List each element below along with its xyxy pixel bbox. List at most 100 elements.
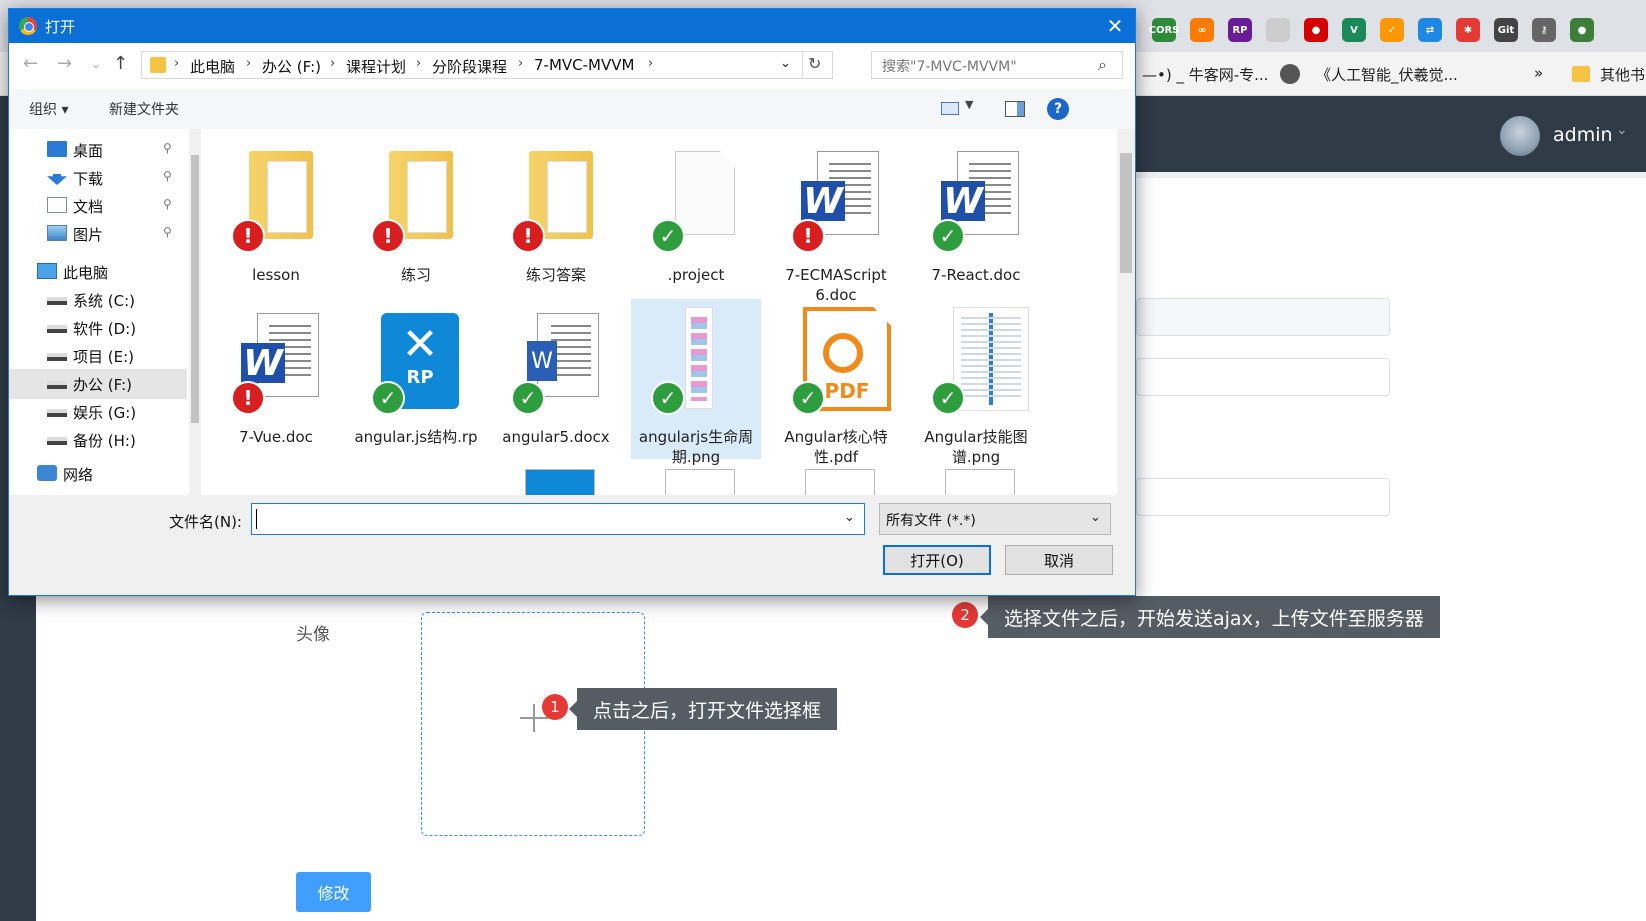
bookmarks-overflow-button[interactable]: » bbox=[1534, 64, 1543, 82]
nav-item[interactable]: 下载 ⚲ bbox=[9, 163, 187, 193]
file-item[interactable]: ✓ .project bbox=[631, 137, 761, 297]
file-item[interactable]: W ✓ angular5.docx bbox=[491, 299, 621, 459]
form-input[interactable] bbox=[1136, 358, 1390, 396]
nav-scrollbar-thumb[interactable] bbox=[191, 155, 199, 423]
globe-icon bbox=[1280, 64, 1300, 84]
nav-item-label: 下载 bbox=[73, 170, 104, 188]
cancel-button[interactable]: 取消 bbox=[1005, 545, 1113, 575]
callout-number-two: 2 bbox=[952, 602, 978, 628]
file-name: Angular核心特性.pdf bbox=[784, 428, 888, 466]
file-scrollbar-thumb[interactable] bbox=[1120, 153, 1132, 273]
chevron-down-icon[interactable]: ⌄ bbox=[780, 56, 791, 71]
file-item-partial[interactable] bbox=[525, 469, 595, 495]
new-folder-button[interactable]: 新建文件夹 bbox=[109, 99, 179, 119]
bookmark-ai[interactable]: 《人工智能_伏羲觉... bbox=[1316, 64, 1458, 85]
nav-item[interactable]: 项目 (E:) bbox=[9, 341, 187, 371]
chevron-down-icon[interactable]: ⌄ bbox=[1616, 122, 1628, 138]
file-item[interactable]: ✓ Angular技能图谱.png bbox=[911, 299, 1041, 466]
file-item[interactable]: ✕ RP ✓ angular.js结构.rp bbox=[351, 299, 481, 459]
sync-ok-icon: ✓ bbox=[651, 381, 685, 415]
file-icon bbox=[631, 137, 761, 261]
dialog-title: 打开 bbox=[45, 18, 76, 36]
nav-item[interactable]: 备份 (H:) bbox=[9, 425, 187, 455]
help-icon[interactable]: ? bbox=[1047, 98, 1069, 120]
search-field[interactable]: 搜索"7-MVC-MVVM" ⌕ bbox=[871, 51, 1123, 79]
nav-item-label: 网络 bbox=[63, 466, 94, 484]
nav-item-label: 软件 (D:) bbox=[73, 320, 137, 338]
breadcrumb-item[interactable]: 办公 (F:) bbox=[262, 56, 321, 77]
breadcrumb-item[interactable]: 此电脑 bbox=[190, 56, 235, 77]
back-arrow-icon[interactable]: ← bbox=[23, 53, 38, 74]
recent-dropdown-icon[interactable]: ⌄ bbox=[91, 57, 101, 71]
view-options-icon[interactable] bbox=[941, 102, 959, 115]
file-item[interactable]: W ✓ 7-React.doc bbox=[911, 137, 1041, 297]
avatar-field-label: 头像 bbox=[296, 625, 330, 645]
nav-item[interactable]: 桌面 ⚲ bbox=[9, 135, 187, 165]
open-button[interactable]: 打开(O) bbox=[883, 545, 991, 575]
form-input[interactable] bbox=[1136, 298, 1390, 336]
extension-icon[interactable]: CORS bbox=[1149, 18, 1179, 42]
file-item[interactable]: PDF ✓ Angular核心特性.pdf bbox=[771, 299, 901, 466]
preview-pane-icon[interactable] bbox=[1005, 101, 1025, 117]
extension-icon[interactable]: ⇄ bbox=[1418, 18, 1442, 42]
modify-button[interactable]: 修改 bbox=[296, 872, 371, 912]
extension-icon[interactable]: ✱ bbox=[1456, 18, 1480, 42]
nav-item[interactable]: 软件 (D:) bbox=[9, 313, 187, 343]
nav-item-label: 系统 (C:) bbox=[73, 292, 135, 310]
file-item-partial[interactable] bbox=[945, 469, 1015, 495]
file-item-partial[interactable] bbox=[665, 469, 735, 495]
breadcrumb-item[interactable]: 7-MVC-MVVM bbox=[534, 56, 634, 74]
refresh-icon[interactable]: ↻ bbox=[808, 54, 821, 73]
nav-item[interactable]: 文档 ⚲ bbox=[9, 191, 187, 221]
nav-item[interactable]: 此电脑 bbox=[9, 257, 187, 287]
extension-icon[interactable]: ● bbox=[1570, 18, 1594, 42]
user-avatar[interactable] bbox=[1500, 116, 1540, 156]
file-item-partial[interactable] bbox=[805, 469, 875, 495]
nav-item[interactable]: 办公 (F:) bbox=[9, 369, 187, 399]
file-item[interactable]: ✓ angularjs生命周期.png bbox=[631, 299, 761, 466]
pin-icon: ⚲ bbox=[163, 141, 172, 155]
chevron-down-icon[interactable]: ⌄ bbox=[844, 510, 855, 525]
file-icon bbox=[631, 299, 761, 423]
extension-icon[interactable]: ⚷ bbox=[1532, 18, 1556, 42]
folder-icon bbox=[351, 137, 481, 261]
filetype-select[interactable]: 所有文件 (*.*) ⌄ bbox=[879, 503, 1111, 535]
filename-input[interactable]: ⌄ bbox=[251, 503, 865, 535]
extension-icon[interactable]: ✓ bbox=[1380, 18, 1404, 42]
nav-item[interactable]: 系统 (C:) bbox=[9, 285, 187, 315]
file-item[interactable]: ! 练习答案 bbox=[491, 137, 621, 297]
chevron-down-icon[interactable]: ▼ bbox=[965, 98, 973, 111]
file-item[interactable]: ! lesson bbox=[211, 137, 341, 297]
search-icon[interactable]: ⌕ bbox=[1098, 55, 1107, 75]
dialog-titlebar[interactable]: 打开 ✕ bbox=[9, 9, 1135, 43]
extension-icon[interactable]: V bbox=[1342, 18, 1366, 42]
breadcrumb-item[interactable]: 分阶段课程 bbox=[432, 56, 507, 77]
extension-icon[interactable]: ∞ bbox=[1190, 18, 1214, 42]
nav-item[interactable]: 娱乐 (G:) bbox=[9, 397, 187, 427]
file-item[interactable]: ! 练习 bbox=[351, 137, 481, 297]
search-placeholder: 搜索"7-MVC-MVVM" bbox=[882, 59, 1017, 75]
file-icon: W bbox=[771, 137, 901, 261]
user-name[interactable]: admin bbox=[1553, 124, 1613, 146]
callout-two: 选择文件之后，开始发送ajax，上传文件至服务器 bbox=[980, 596, 1440, 638]
bookmark-other[interactable]: 其他书 bbox=[1600, 64, 1645, 85]
forward-arrow-icon[interactable]: → bbox=[57, 53, 72, 74]
extension-icon[interactable]: ● bbox=[1304, 18, 1328, 42]
file-name: 练习 bbox=[400, 266, 431, 284]
chevron-down-icon[interactable]: ⌄ bbox=[1090, 510, 1101, 525]
up-arrow-icon[interactable]: ↑ bbox=[113, 53, 128, 74]
extension-icon[interactable] bbox=[1266, 18, 1290, 42]
organize-button[interactable]: 组织 ▾ bbox=[29, 99, 68, 119]
download-icon bbox=[47, 169, 67, 185]
close-icon[interactable]: ✕ bbox=[1095, 9, 1135, 43]
file-item[interactable]: W! 7-Vue.doc bbox=[211, 299, 341, 459]
breadcrumb-item[interactable]: 课程计划 bbox=[346, 56, 406, 77]
nav-item[interactable]: 网络 bbox=[9, 459, 187, 489]
extension-icon[interactable]: Git bbox=[1494, 18, 1518, 42]
bookmark-nowcoder[interactable]: —•) _ 牛客网-专... bbox=[1142, 64, 1268, 85]
extension-icon[interactable]: RP bbox=[1228, 18, 1252, 42]
nav-item[interactable]: 图片 ⚲ bbox=[9, 219, 187, 249]
file-item[interactable]: W! 7-ECMAScript 6.doc bbox=[771, 137, 901, 304]
address-bar[interactable]: › 此电脑 › 办公 (F:) › 课程计划 › 分阶段课程 › 7-MVC-M… bbox=[141, 51, 833, 79]
form-input[interactable] bbox=[1136, 478, 1390, 516]
